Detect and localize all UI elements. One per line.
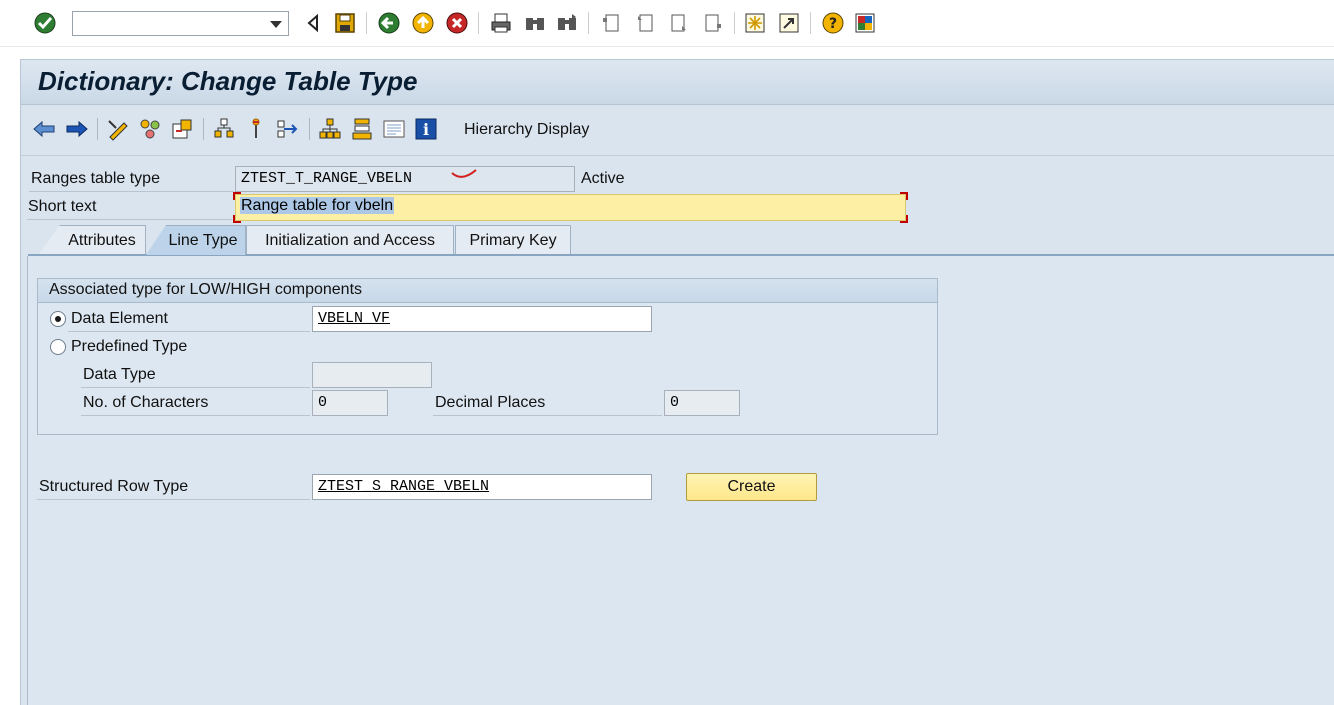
focus-corner xyxy=(900,192,908,200)
label-underline xyxy=(81,387,310,388)
toolbar-divider xyxy=(810,12,811,34)
help-icon[interactable]: ? xyxy=(820,10,846,36)
object-list-icon[interactable] xyxy=(243,116,269,142)
info-icon[interactable]: i xyxy=(413,116,439,142)
ranges-table-type-field: ZTEST_T_RANGE_VBELN xyxy=(235,166,575,192)
tab-initialization-and-access[interactable]: Initialization and Access xyxy=(246,225,454,255)
hierarchy-icon[interactable] xyxy=(317,116,343,142)
find-icon[interactable] xyxy=(522,10,548,36)
toolbar-divider xyxy=(478,12,479,34)
chevron-down-icon[interactable] xyxy=(270,21,282,28)
toolbar-divider xyxy=(366,12,367,34)
no-of-characters-field: 0 xyxy=(312,390,388,416)
customize-layout-icon[interactable] xyxy=(852,10,878,36)
documentation-icon[interactable] xyxy=(381,116,407,142)
activate-icon[interactable] xyxy=(169,116,195,142)
predefined-type-label: Predefined Type xyxy=(71,338,188,355)
tab-label: Initialization and Access xyxy=(265,232,435,249)
back-arrow-icon[interactable] xyxy=(31,116,57,142)
enter-icon[interactable] xyxy=(32,10,58,36)
tab-label: Primary Key xyxy=(469,232,557,249)
data-element-radio[interactable] xyxy=(50,311,66,327)
structured-row-type-value: ZTEST_S_RANGE_VBELN xyxy=(318,478,490,495)
focus-corner xyxy=(233,192,241,200)
short-text-label: Short text xyxy=(28,198,97,215)
create-shortcut-icon[interactable] xyxy=(776,10,802,36)
ranges-table-type-label: Ranges table type xyxy=(31,170,160,187)
save-icon[interactable] xyxy=(332,10,358,36)
label-underline xyxy=(29,191,234,192)
previous-page-icon[interactable] xyxy=(632,10,658,36)
focus-corner xyxy=(900,215,908,223)
decimal-places-value: 0 xyxy=(670,394,680,411)
toolbar-divider xyxy=(734,12,735,34)
data-element-label: Data Element xyxy=(71,310,168,327)
navigation-window-icon[interactable] xyxy=(275,116,301,142)
stack-icon[interactable] xyxy=(349,116,375,142)
label-underline xyxy=(27,219,232,220)
label-underline xyxy=(81,415,310,416)
status-text: Active xyxy=(581,170,625,187)
toolbar-divider xyxy=(309,118,310,140)
label-underline xyxy=(433,415,662,416)
new-session-icon[interactable] xyxy=(742,10,768,36)
no-of-characters-label: No. of Characters xyxy=(83,394,209,411)
last-page-icon[interactable] xyxy=(700,10,726,36)
toolbar-divider xyxy=(588,12,589,34)
command-field[interactable] xyxy=(72,11,289,36)
svg-text:?: ? xyxy=(829,16,837,32)
data-type-field xyxy=(312,362,432,388)
data-type-label: Data Type xyxy=(83,366,156,383)
find-next-icon[interactable] xyxy=(554,10,580,36)
no-of-characters-value: 0 xyxy=(318,394,328,411)
page-title: Dictionary: Change Table Type xyxy=(38,66,418,96)
where-used-icon[interactable] xyxy=(211,116,237,142)
svg-text:i: i xyxy=(423,120,429,139)
display-change-icon[interactable] xyxy=(105,116,131,142)
toolbar-divider xyxy=(97,118,98,140)
exit-icon[interactable] xyxy=(410,10,436,36)
tab-primary-key[interactable]: Primary Key xyxy=(455,225,571,255)
red-mark-annotation xyxy=(451,169,477,178)
predefined-type-radio[interactable] xyxy=(50,339,66,355)
structured-row-type-label: Structured Row Type xyxy=(39,478,189,495)
short-text-field[interactable]: Range table for vbeln xyxy=(235,194,906,221)
group-title: Associated type for LOW/HIGH components xyxy=(49,281,363,298)
next-page-icon[interactable] xyxy=(666,10,692,36)
decimal-places-label: Decimal Places xyxy=(435,394,546,411)
data-element-value: VBELN_VF xyxy=(318,310,391,327)
back-icon[interactable] xyxy=(376,10,402,36)
tab-label: Line Type xyxy=(168,232,238,249)
structured-row-type-field[interactable]: ZTEST_S_RANGE_VBELN xyxy=(312,474,652,500)
print-icon[interactable] xyxy=(488,10,514,36)
focus-corner xyxy=(233,215,241,223)
label-underline xyxy=(37,499,310,500)
toolbar-divider xyxy=(203,118,204,140)
data-element-field[interactable]: VBELN_VF xyxy=(312,306,652,332)
hierarchy-display-button[interactable]: Hierarchy Display xyxy=(464,121,589,139)
forward-arrow-icon[interactable] xyxy=(64,116,90,142)
create-button[interactable]: Create xyxy=(686,473,817,501)
other-object-icon[interactable] xyxy=(137,116,163,142)
label-underline xyxy=(68,331,310,332)
short-text-value: Range table for vbeln xyxy=(240,197,395,214)
ranges-table-type-value: ZTEST_T_RANGE_VBELN xyxy=(241,170,413,187)
first-page-icon[interactable] xyxy=(598,10,624,36)
cancel-icon[interactable] xyxy=(444,10,470,36)
back-triangle-icon[interactable] xyxy=(300,10,326,36)
tab-label: Attributes xyxy=(68,232,136,249)
decimal-places-field: 0 xyxy=(664,390,740,416)
